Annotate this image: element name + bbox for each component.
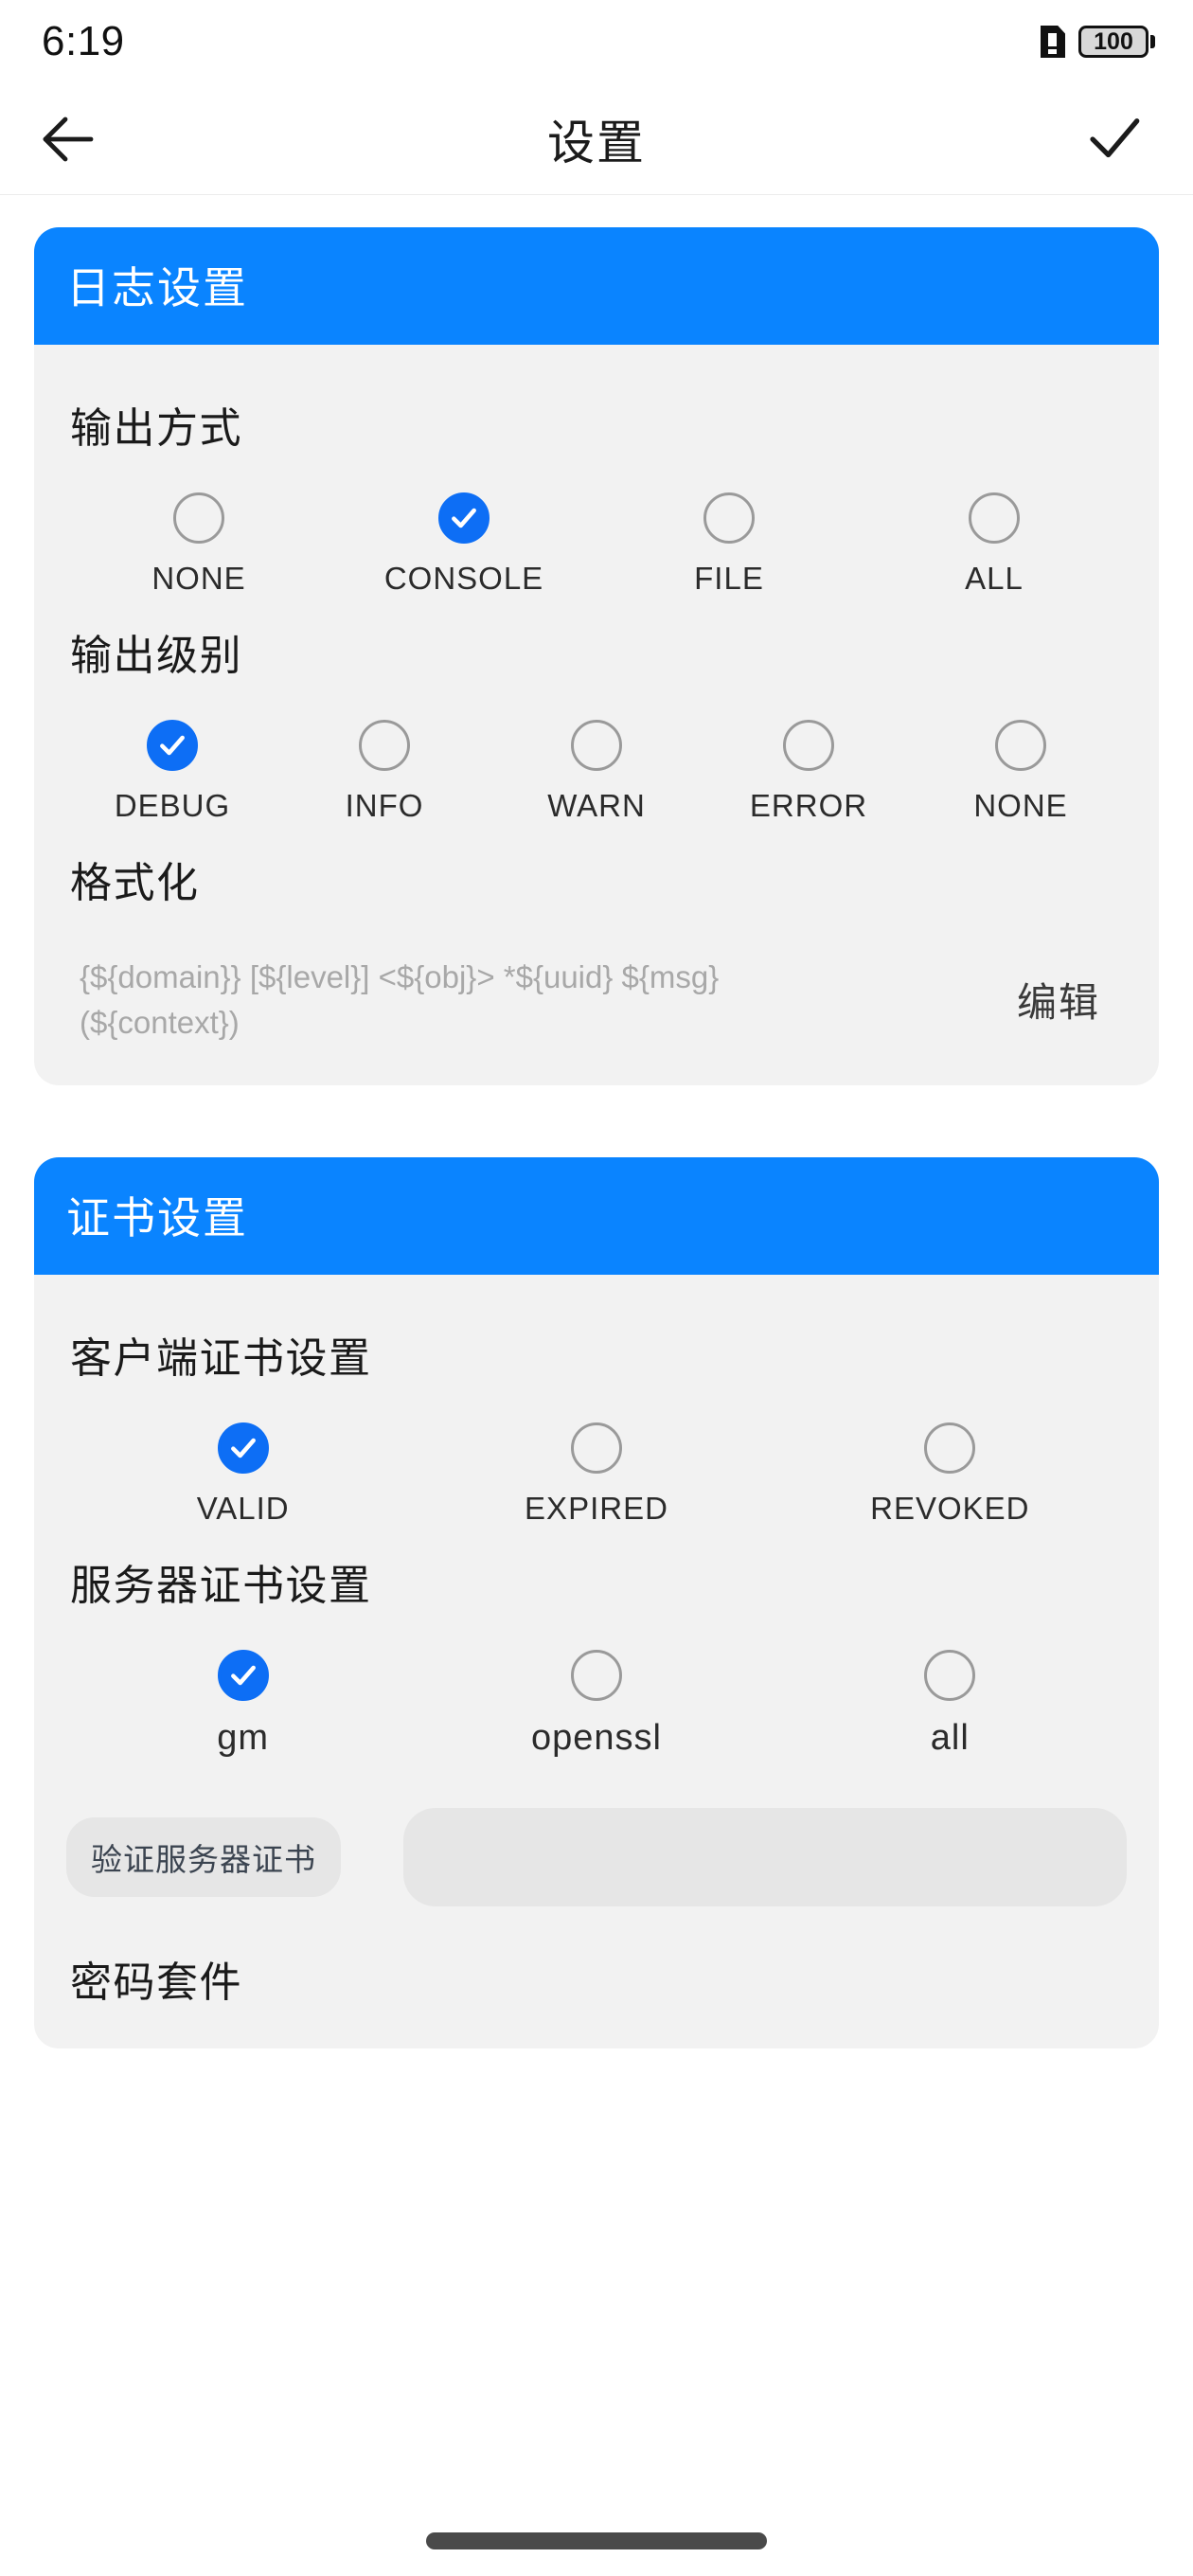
- radio-unselected-icon: [924, 1649, 976, 1701]
- radio-option-all[interactable]: ALL: [862, 492, 1127, 597]
- format-row: {${domain}} [${level}] <${obj}> *${uuid}…: [66, 955, 1127, 1046]
- radio-option-label: INFO: [345, 788, 424, 823]
- arrow-left-icon: [43, 116, 94, 161]
- settings-card: 证书设置客户端证书设置 VALID EXPIRED REVOKED 服务器证书设置 gm o…: [34, 1156, 1159, 2048]
- battery-cap: [1150, 35, 1155, 48]
- app-bar: 设置: [0, 83, 1193, 195]
- radio-selected-icon: [217, 1422, 269, 1474]
- radio-option-label: REVOKED: [870, 1490, 1030, 1526]
- radio-group: VALID EXPIRED REVOKED: [66, 1422, 1127, 1527]
- radio-option-label: WARN: [547, 788, 646, 823]
- check-icon: [230, 1438, 256, 1458]
- radio-unselected-icon: [783, 720, 834, 771]
- radio-option-none[interactable]: NONE: [66, 492, 331, 597]
- radio-option-label: gm: [217, 1717, 270, 1758]
- battery-body: 100: [1078, 26, 1148, 58]
- check-icon: [160, 735, 185, 756]
- check-icon: [230, 1665, 256, 1685]
- radio-option-all[interactable]: all: [774, 1649, 1127, 1759]
- radio-option-expired[interactable]: EXPIRED: [419, 1422, 773, 1527]
- battery-indicator: 100: [1078, 26, 1155, 58]
- radio-option-label: openssl: [531, 1717, 662, 1758]
- radio-unselected-icon: [969, 492, 1020, 544]
- section-label: 格式化: [70, 860, 200, 906]
- radio-group: gm openssl all: [66, 1649, 1127, 1759]
- radio-option-label: EXPIRED: [525, 1490, 668, 1526]
- radio-option-label: NONE: [973, 788, 1068, 823]
- radio-group: DEBUG INFO WARN ERROR NONE: [66, 720, 1127, 824]
- settings-card: 日志设置输出方式 NONE CONSOLE FILE ALL 输出级别 DEBUG INFO W…: [34, 227, 1159, 1085]
- card-title: 日志设置: [66, 263, 248, 313]
- section-label: 服务器证书设置: [70, 1562, 372, 1609]
- back-button[interactable]: [21, 92, 116, 187]
- card-header: 日志设置: [34, 227, 1159, 345]
- card-header: 证书设置: [34, 1156, 1159, 1275]
- radio-option-label: FILE: [694, 561, 764, 596]
- radio-selected-icon: [217, 1649, 269, 1701]
- radio-unselected-icon: [924, 1422, 976, 1474]
- radio-option-console[interactable]: CONSOLE: [331, 492, 596, 597]
- check-icon: [1090, 117, 1140, 157]
- section-label: 客户端证书设置: [70, 1334, 372, 1382]
- verify-server-certificate-row: 验证服务器证书: [66, 1807, 1127, 1906]
- check-icon: [452, 508, 476, 528]
- radio-unselected-icon: [703, 492, 755, 544]
- settings-scroll-area[interactable]: 日志设置输出方式 NONE CONSOLE FILE ALL 输出级别 DEBUG INFO W…: [0, 195, 1193, 2048]
- radio-unselected-icon: [570, 1422, 622, 1474]
- radio-option-label: all: [930, 1717, 970, 1758]
- radio-option-label: ERROR: [749, 788, 868, 823]
- radio-option-label: ALL: [965, 561, 1024, 596]
- radio-unselected-icon: [359, 720, 410, 771]
- radio-option-error[interactable]: ERROR: [703, 720, 915, 824]
- radio-option-warn[interactable]: WARN: [490, 720, 703, 824]
- card-body: 输出方式 NONE CONSOLE FILE ALL 输出级别 DEBUG INFO WARN E…: [34, 345, 1159, 1085]
- radio-option-valid[interactable]: VALID: [66, 1422, 419, 1527]
- verify-server-certificate-input[interactable]: [403, 1807, 1127, 1906]
- edit-format-button[interactable]: 编辑: [1017, 971, 1121, 1029]
- radio-selected-icon: [438, 492, 490, 544]
- card-title: 证书设置: [66, 1192, 248, 1243]
- verify-server-certificate-chip[interactable]: 验证服务器证书: [66, 1816, 341, 1897]
- format-template-value: {${domain}} [${level}] <${obj}> *${uuid}…: [80, 959, 720, 1040]
- cards-container: 日志设置输出方式 NONE CONSOLE FILE ALL 输出级别 DEBUG INFO W…: [34, 227, 1159, 2048]
- radio-unselected-icon: [995, 720, 1046, 771]
- status-bar-clock: 6:19: [42, 18, 125, 64]
- radio-option-label: CONSOLE: [383, 561, 544, 596]
- radio-option-label: DEBUG: [114, 788, 231, 823]
- radio-option-label: VALID: [196, 1490, 290, 1526]
- radio-unselected-icon: [571, 720, 622, 771]
- section-label: 输出级别: [70, 633, 242, 679]
- radio-option-label: NONE: [151, 561, 246, 596]
- card-body: 客户端证书设置 VALID EXPIRED REVOKED 服务器证书设置 gm opens…: [34, 1275, 1159, 2048]
- battery-percent-label: 100: [1094, 27, 1133, 55]
- phone-screen: 6:19 100 设置 日志设置输出方式 NONE CONSOLE FILE ALL: [0, 0, 1193, 2576]
- radio-option-info[interactable]: INFO: [278, 720, 490, 824]
- radio-group: NONE CONSOLE FILE ALL: [66, 492, 1127, 597]
- radio-option-gm[interactable]: gm: [66, 1649, 419, 1759]
- radio-option-openssl[interactable]: openssl: [419, 1649, 773, 1759]
- radio-selected-icon: [147, 720, 198, 771]
- confirm-button[interactable]: [1066, 92, 1161, 187]
- radio-option-none[interactable]: NONE: [915, 720, 1127, 824]
- section-label: 输出方式: [70, 405, 242, 452]
- status-bar: 6:19 100: [0, 0, 1193, 83]
- radio-option-revoked[interactable]: REVOKED: [774, 1422, 1127, 1527]
- status-bar-indicators: 100: [1041, 26, 1155, 58]
- sim-card-icon: [1041, 26, 1065, 58]
- section-label: 密码套件: [70, 1959, 242, 2006]
- page-title: 设置: [547, 116, 646, 170]
- radio-unselected-icon: [570, 1649, 622, 1701]
- radio-option-debug[interactable]: DEBUG: [66, 720, 278, 824]
- radio-unselected-icon: [173, 492, 224, 544]
- radio-option-file[interactable]: FILE: [596, 492, 862, 597]
- gesture-navigation-bar[interactable]: [426, 2532, 767, 2549]
